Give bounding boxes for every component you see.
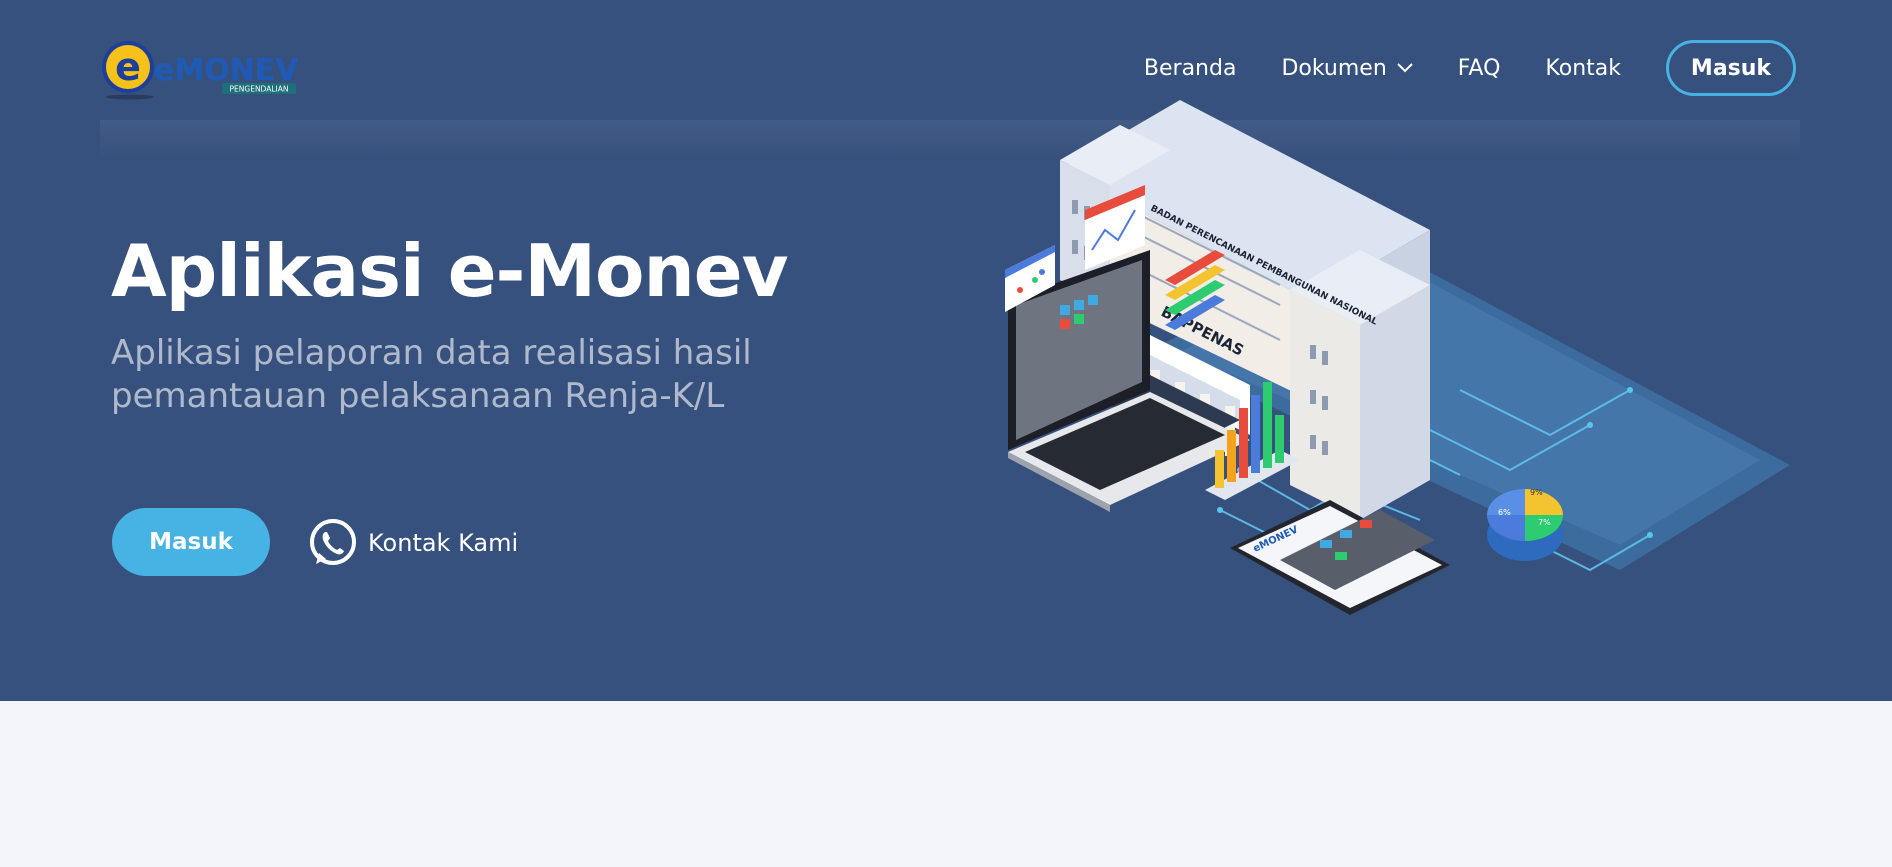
nav-dokumen[interactable]: Dokumen xyxy=(1281,55,1413,81)
pie-label-1: 9% xyxy=(1530,488,1543,497)
contact-link[interactable]: Kontak Kami xyxy=(306,515,518,571)
whatsapp-icon xyxy=(310,519,356,565)
hero-section: e eMONEV PENGENDALIAN Beranda Dokumen FA… xyxy=(0,0,1892,701)
phone-illustration: eMONEV xyxy=(1230,500,1450,615)
hero-title: Aplikasi e-Monev xyxy=(111,229,789,313)
emonev-logo[interactable]: e eMONEV PENGENDALIAN xyxy=(100,36,300,100)
contact-link-label: Kontak Kami xyxy=(368,529,519,557)
svg-text:e: e xyxy=(115,45,141,89)
header-login-button[interactable]: Masuk xyxy=(1666,40,1796,96)
pie-chart-illustration: 9% 6% 7% xyxy=(1487,488,1563,561)
logo-text: eMONEV xyxy=(154,53,299,88)
hero-illustration: BADAN PERENCANAAN PEMBANGUNAN NASIONAL B… xyxy=(1005,100,1790,615)
nav-dokumen-label: Dokumen xyxy=(1281,55,1387,81)
chevron-down-icon xyxy=(1397,63,1413,73)
logo-subtext: PENGENDALIAN xyxy=(230,85,289,94)
nav-beranda[interactable]: Beranda xyxy=(1144,56,1237,81)
hero-login-button[interactable]: Masuk xyxy=(112,508,270,576)
pie-label-3: 7% xyxy=(1538,518,1551,527)
main-nav: Beranda Dokumen FAQ Kontak Masuk xyxy=(1144,38,1796,98)
pie-label-2: 6% xyxy=(1498,508,1511,517)
nav-faq[interactable]: FAQ xyxy=(1458,56,1501,81)
hero-subtitle: Aplikasi pelaporan data realisasi hasil … xyxy=(111,333,752,416)
nav-kontak[interactable]: Kontak xyxy=(1545,56,1621,81)
